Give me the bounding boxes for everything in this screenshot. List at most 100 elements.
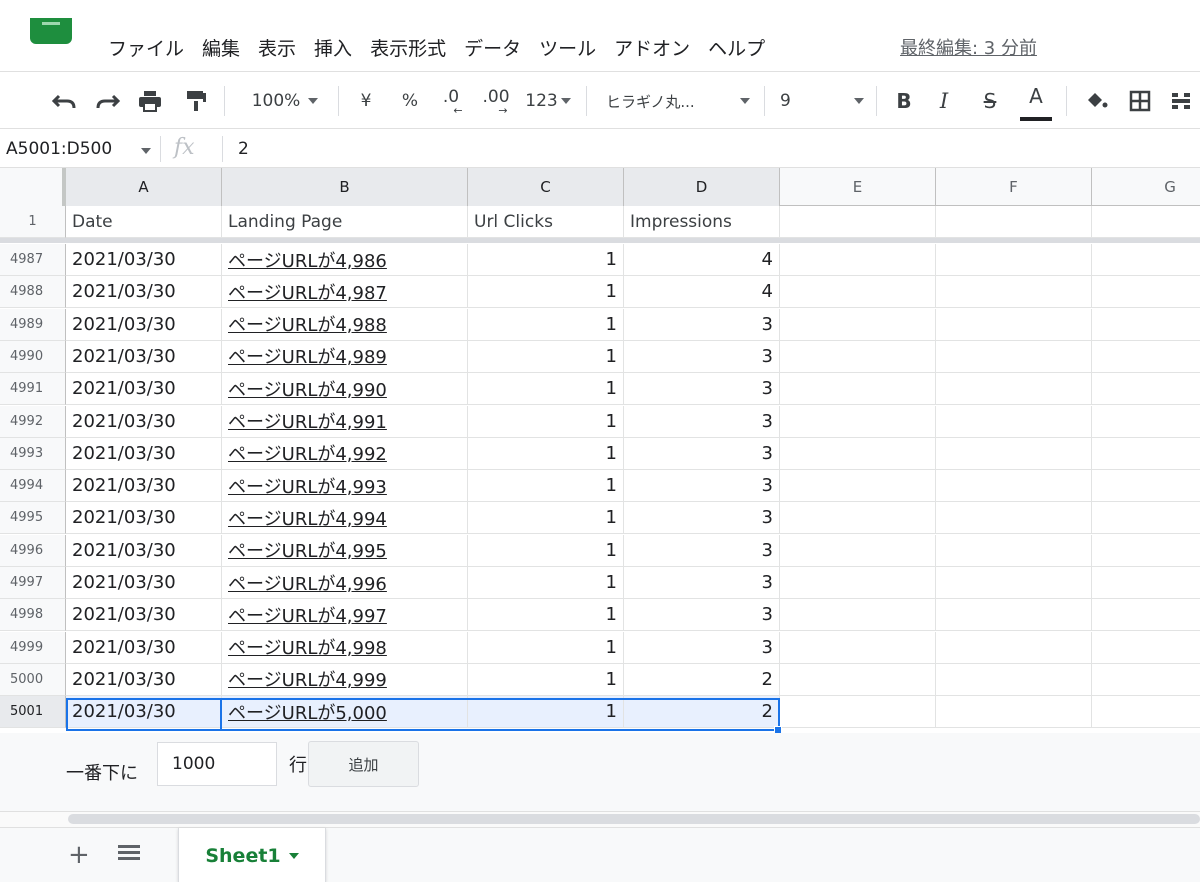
menu-tools[interactable]: ツール bbox=[539, 34, 596, 61]
empty-cell[interactable] bbox=[936, 470, 1092, 503]
empty-cell[interactable] bbox=[780, 470, 936, 503]
menu-insert[interactable]: 挿入 bbox=[314, 34, 352, 61]
empty-cell[interactable] bbox=[936, 631, 1092, 664]
cell-date[interactable]: 2021/03/30 bbox=[66, 631, 222, 664]
empty-cell[interactable] bbox=[1092, 535, 1200, 567]
cell-impressions[interactable]: 4 bbox=[624, 276, 780, 309]
cell-landing-page-link[interactable]: ページURLが4,992 bbox=[222, 437, 468, 470]
cell-url-clicks[interactable]: 1 bbox=[468, 631, 624, 664]
cell-date[interactable]: 2021/03/30 bbox=[66, 470, 222, 503]
scrollbar-thumb[interactable] bbox=[68, 814, 1200, 824]
cell-date[interactable]: 2021/03/30 bbox=[66, 276, 222, 309]
menu-help[interactable]: ヘルプ bbox=[708, 34, 765, 61]
percent-format-button[interactable]: % bbox=[396, 72, 424, 130]
cell-impressions[interactable]: 3 bbox=[624, 599, 780, 632]
empty-cell[interactable] bbox=[780, 502, 936, 535]
row-header[interactable]: 4987 bbox=[0, 244, 66, 276]
increase-decimal-button[interactable]: .00 → bbox=[478, 72, 514, 130]
row-header[interactable]: 4988 bbox=[0, 276, 66, 309]
empty-cell[interactable] bbox=[1092, 438, 1200, 470]
cell-url-clicks[interactable]: 1 bbox=[468, 276, 624, 309]
row-header[interactable]: 5000 bbox=[0, 663, 66, 696]
cell-url-clicks[interactable]: 1 bbox=[468, 373, 624, 406]
cell-landing-page-link[interactable]: ページURLが4,989 bbox=[222, 340, 468, 373]
merge-cells-button[interactable] bbox=[1170, 72, 1200, 130]
fill-color-button[interactable] bbox=[1080, 72, 1112, 130]
cell-landing-page-link[interactable]: ページURLが4,988 bbox=[222, 308, 468, 341]
cell-url-clicks[interactable]: 1 bbox=[468, 534, 624, 567]
last-edit-link[interactable]: 最終編集: 3 分前 bbox=[900, 34, 1037, 60]
font-family-select[interactable]: ヒラギノ丸... bbox=[606, 72, 750, 130]
column-header-e[interactable]: E bbox=[780, 168, 936, 206]
header-cell-landing-page[interactable]: Landing Page bbox=[222, 206, 468, 238]
cell-landing-page-link[interactable]: ページURLが4,990 bbox=[222, 373, 468, 406]
cell-landing-page-link[interactable]: ページURLが4,995 bbox=[222, 534, 468, 567]
undo-button[interactable] bbox=[48, 72, 80, 130]
cell-url-clicks[interactable]: 1 bbox=[468, 696, 624, 729]
cell-url-clicks[interactable]: 1 bbox=[468, 308, 624, 341]
add-sheet-plus-icon[interactable]: + bbox=[68, 840, 90, 870]
empty-cell[interactable] bbox=[1092, 567, 1200, 599]
cell-impressions[interactable]: 3 bbox=[624, 340, 780, 373]
empty-cell[interactable] bbox=[936, 599, 1092, 632]
borders-button[interactable] bbox=[1124, 72, 1156, 130]
row-header[interactable]: 5001 bbox=[0, 696, 66, 729]
cell-url-clicks[interactable]: 1 bbox=[468, 405, 624, 438]
cell-impressions[interactable]: 3 bbox=[624, 470, 780, 503]
empty-cell[interactable] bbox=[780, 206, 936, 238]
cell-impressions[interactable]: 3 bbox=[624, 373, 780, 406]
empty-cell[interactable] bbox=[780, 373, 936, 406]
bold-button[interactable]: B bbox=[890, 72, 918, 130]
column-header-d[interactable]: D bbox=[624, 168, 780, 206]
column-header-g[interactable]: G bbox=[1092, 168, 1200, 206]
empty-cell[interactable] bbox=[936, 567, 1092, 599]
row-header[interactable]: 4999 bbox=[0, 631, 66, 664]
all-sheets-menu-icon[interactable] bbox=[118, 842, 140, 868]
cell-impressions[interactable]: 3 bbox=[624, 405, 780, 438]
cell-impressions[interactable]: 4 bbox=[624, 244, 780, 276]
zoom-select[interactable]: 100% bbox=[240, 72, 330, 130]
cell-url-clicks[interactable]: 1 bbox=[468, 599, 624, 632]
strikethrough-button[interactable]: S bbox=[976, 72, 1004, 130]
cell-url-clicks[interactable]: 1 bbox=[468, 244, 624, 276]
empty-cell[interactable] bbox=[936, 502, 1092, 535]
empty-cell[interactable] bbox=[1092, 696, 1200, 729]
empty-cell[interactable] bbox=[1092, 599, 1200, 632]
font-size-select[interactable]: 9 bbox=[780, 72, 864, 130]
empty-cell[interactable] bbox=[780, 405, 936, 438]
empty-cell[interactable] bbox=[936, 437, 1092, 470]
select-all-corner[interactable] bbox=[0, 168, 66, 206]
column-header-b[interactable]: B bbox=[222, 168, 468, 206]
cell-url-clicks[interactable]: 1 bbox=[468, 502, 624, 535]
paint-format-button[interactable] bbox=[180, 72, 212, 130]
row-header[interactable]: 4994 bbox=[0, 470, 66, 503]
empty-cell[interactable] bbox=[936, 244, 1092, 276]
cell-date[interactable]: 2021/03/30 bbox=[66, 534, 222, 567]
empty-cell[interactable] bbox=[936, 663, 1092, 696]
cell-impressions[interactable]: 3 bbox=[624, 631, 780, 664]
empty-cell[interactable] bbox=[780, 276, 936, 309]
menu-format[interactable]: 表示形式 bbox=[370, 34, 446, 61]
horizontal-scrollbar[interactable] bbox=[0, 811, 1200, 827]
empty-cell[interactable] bbox=[780, 631, 936, 664]
header-cell-url-clicks[interactable]: Url Clicks bbox=[468, 206, 624, 238]
cell-url-clicks[interactable]: 1 bbox=[468, 437, 624, 470]
text-color-button[interactable]: A bbox=[1020, 72, 1052, 130]
cell-impressions[interactable]: 3 bbox=[624, 308, 780, 341]
column-header-c[interactable]: C bbox=[468, 168, 624, 206]
empty-cell[interactable] bbox=[1092, 406, 1200, 438]
empty-cell[interactable] bbox=[1092, 244, 1200, 276]
row-header[interactable]: 4996 bbox=[0, 534, 66, 567]
empty-cell[interactable] bbox=[936, 308, 1092, 341]
empty-cell[interactable] bbox=[780, 308, 936, 341]
empty-cell[interactable] bbox=[780, 599, 936, 632]
cell-landing-page-link[interactable]: ページURLが4,987 bbox=[222, 276, 468, 309]
row-header[interactable]: 4990 bbox=[0, 340, 66, 373]
redo-button[interactable] bbox=[92, 72, 124, 130]
cell-landing-page-link[interactable]: ページURLが4,993 bbox=[222, 470, 468, 503]
number-format-select[interactable]: 123 bbox=[520, 72, 576, 130]
cell-landing-page-link[interactable]: ページURLが4,999 bbox=[222, 663, 468, 696]
cell-landing-page-link[interactable]: ページURLが4,986 bbox=[222, 244, 468, 276]
cell-impressions[interactable]: 3 bbox=[624, 567, 780, 599]
empty-cell[interactable] bbox=[1092, 206, 1200, 238]
